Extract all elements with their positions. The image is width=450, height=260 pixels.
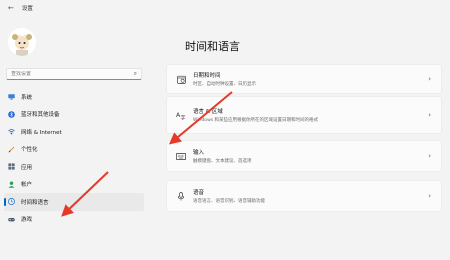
chevron-right-icon: › (428, 75, 431, 83)
sidebar-item-label: 个性化 (21, 147, 38, 154)
sidebar-item-system[interactable]: 系统 (4, 88, 144, 106)
personalization-icon (8, 146, 15, 153)
card-description: 时区、自动时钟设置、日历显示 (193, 82, 256, 87)
apps-icon (8, 163, 15, 170)
search-box[interactable]: ⌕ (6, 68, 142, 80)
card-description: 语音语言、语音识别、语音辅助功能 (193, 199, 265, 204)
window-title: 设置 (21, 6, 33, 12)
sidebar-item-label: 蓝牙和其他设备 (21, 112, 60, 119)
main-content: 时间和语言 日期和时间 时区、自动时钟设置、日历显示 › A字 语言 & 区域 … (160, 16, 450, 260)
card-description: 触摸键盘、文本建议、首选项 (193, 159, 252, 164)
account-icon (8, 181, 15, 188)
chevron-right-icon: › (428, 111, 431, 119)
chevron-right-icon: › (428, 192, 431, 200)
keyboard-icon (173, 152, 189, 160)
avatar[interactable] (8, 28, 36, 56)
gaming-icon (8, 216, 15, 223)
sidebar-item-network[interactable]: 网络 & Internet (4, 123, 144, 141)
sidebar-item-personalization[interactable]: 个性化 (4, 141, 144, 159)
sidebar-item-label: 游戏 (21, 217, 33, 224)
sidebar-item-apps[interactable]: 应用 (4, 158, 144, 176)
language-icon: A字 (173, 111, 189, 120)
card-language-region[interactable]: A字 语言 & 区域 Windows 和某些应用根据你所在的区域设置日期和时间的… (166, 96, 442, 134)
card-title: 日期和时间 (193, 73, 221, 79)
card-date-time[interactable]: 日期和时间 时区、自动时钟设置、日历显示 › (166, 64, 442, 94)
system-icon (8, 93, 15, 100)
page-title: 时间和语言 (185, 40, 240, 53)
sidebar-item-label: 系统 (21, 94, 33, 101)
sidebar-item-gaming[interactable]: 游戏 (4, 211, 144, 229)
card-title: 输入 (193, 150, 205, 156)
sidebar-item-account[interactable]: 帐户 (4, 176, 144, 194)
title-bar: ← 设置 (0, 0, 450, 16)
sidebar-item-time-language[interactable]: 时间和语言 (4, 193, 144, 211)
back-arrow-icon[interactable]: ← (8, 4, 14, 12)
search-input[interactable] (11, 71, 131, 77)
card-description: Windows 和某些应用根据你所在的区域设置日期和时间的格式 (193, 118, 319, 123)
card-title: 语言 & 区域 (193, 109, 223, 115)
clock-icon (173, 75, 189, 84)
sidebar-item-label: 应用 (21, 164, 33, 171)
sidebar-item-label: 网络 & Internet (21, 129, 62, 136)
card-speech[interactable]: 语音 语音语言、语音识别、语音辅助功能 › (166, 180, 442, 212)
sidebar-nav: 系统 蓝牙和其他设备 网络 & Internet 个性化 应用 帐户 时间和语言… (4, 88, 144, 228)
bluetooth-icon (8, 110, 15, 118)
sidebar: ⌕ 系统 蓝牙和其他设备 网络 & Internet 个性化 (0, 16, 150, 260)
search-icon[interactable]: ⌕ (134, 70, 137, 78)
svg-text:字: 字 (181, 114, 186, 120)
card-input[interactable]: 输入 触摸键盘、文本建议、首选项 › (166, 140, 442, 172)
sidebar-item-label: 时间和语言 (21, 199, 49, 206)
sidebar-item-label: 帐户 (21, 182, 33, 189)
card-title: 语音 (193, 190, 205, 196)
network-icon (8, 128, 15, 135)
sidebar-item-bluetooth[interactable]: 蓝牙和其他设备 (4, 106, 144, 124)
chevron-right-icon: › (428, 152, 431, 160)
time-language-icon (8, 198, 15, 206)
microphone-icon (173, 191, 189, 201)
